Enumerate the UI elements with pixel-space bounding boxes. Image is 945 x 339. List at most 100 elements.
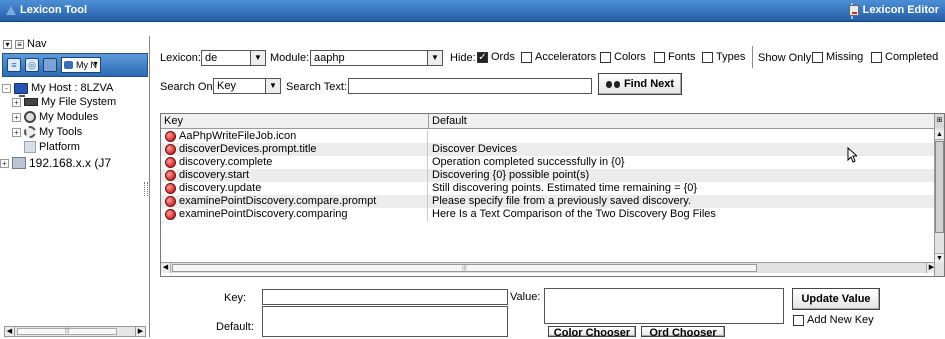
expand-icon[interactable]: + xyxy=(0,158,9,168)
scroll-right-icon[interactable]: ▶ xyxy=(135,327,145,336)
collapse-icon[interactable]: - xyxy=(2,83,11,93)
key-text: examinePointDiscovery.compare.prompt xyxy=(179,195,377,207)
default-label: Default: xyxy=(216,321,254,333)
lexicon-select-value: de xyxy=(205,52,218,64)
lexicon-select[interactable]: de ▼ xyxy=(201,50,266,66)
chevron-down-icon: ▼ xyxy=(427,51,442,65)
hide-types-checkbox[interactable]: Types xyxy=(702,51,745,63)
tree-item-label: My Host : 8LZVA xyxy=(31,82,114,94)
ord-chooser-button[interactable]: Ord Chooser xyxy=(641,326,725,339)
modules-icon xyxy=(24,111,36,123)
checkbox-icon xyxy=(871,51,882,63)
lexicon-editor-view[interactable]: Lexicon Editor xyxy=(848,4,939,16)
nav-collapse-toggle[interactable]: ▾ xyxy=(3,39,12,49)
update-value-label: Update Value xyxy=(801,293,871,305)
hide-types-label: Types xyxy=(716,51,746,63)
table-row[interactable]: AaPhpWriteFileJob.icon xyxy=(161,130,936,143)
key-text: discovery.update xyxy=(179,182,262,194)
column-header-key[interactable]: Key xyxy=(161,114,429,128)
key-cell: discovery.complete xyxy=(161,156,428,169)
nav-list-icon: ≡ xyxy=(15,39,24,49)
table-row[interactable]: examinePointDiscovery.comparing Here Is … xyxy=(161,208,936,221)
value-label: Value: xyxy=(510,291,541,303)
chevron-down-icon: ▼ xyxy=(265,79,280,93)
file-system-icon xyxy=(24,98,38,106)
tree-item-label: My Tools xyxy=(39,126,83,138)
missing-status-icon xyxy=(165,209,176,220)
nav-root-select[interactable]: My N xyxy=(61,57,101,73)
search-on-select[interactable]: Key ▼ xyxy=(213,78,281,94)
search-text-label: Search Text: xyxy=(286,81,347,93)
tree-item-label: My File System xyxy=(41,96,117,108)
key-input[interactable] xyxy=(262,289,508,305)
column-chooser-icon[interactable]: ⊞ xyxy=(935,114,944,128)
tree-item-station[interactable]: + 192.168.x.x (J7 xyxy=(0,156,111,170)
expand-icon[interactable]: + xyxy=(12,97,21,107)
key-text: discovery.start xyxy=(179,169,250,181)
table-row[interactable]: examinePointDiscovery.compare.prompt Ple… xyxy=(161,195,936,208)
expand-icon[interactable]: + xyxy=(12,112,21,122)
tree-item-platform[interactable]: Platform xyxy=(24,141,80,153)
show-missing-checkbox[interactable]: Missing xyxy=(812,51,863,63)
column-header-default[interactable]: Default xyxy=(429,114,936,128)
key-text: AaPhpWriteFileJob.icon xyxy=(179,130,297,142)
default-cell: Discover Devices xyxy=(432,143,517,155)
tree-item-my-modules[interactable]: + My Modules xyxy=(12,111,98,123)
missing-status-icon xyxy=(165,196,176,207)
tree-item-my-tools[interactable]: + My Tools xyxy=(12,126,82,138)
default-cell: Please specify file from a previously sa… xyxy=(432,195,692,207)
table-row[interactable]: discovery.complete Operation completed s… xyxy=(161,156,936,169)
table-row[interactable]: discovery.update Still discovering point… xyxy=(161,182,936,195)
chevron-down-icon: ▼ xyxy=(250,51,265,65)
scroll-down-icon[interactable]: ▼ xyxy=(935,253,944,263)
scroll-thumb[interactable] xyxy=(935,141,944,233)
nav-sync-icon[interactable]: ◎ xyxy=(25,58,39,72)
tree-item-label: 192.168.x.x (J7 xyxy=(29,156,112,170)
hide-fonts-checkbox[interactable]: Fonts xyxy=(654,51,696,63)
table-horizontal-scrollbar[interactable]: ◀ ||| ▶ xyxy=(161,262,936,273)
update-value-button[interactable]: Update Value xyxy=(792,288,880,310)
nav-horizontal-scrollbar[interactable]: ◀ ||| ▶ xyxy=(4,326,146,337)
find-next-label: Find Next xyxy=(623,78,675,90)
module-select[interactable]: aaphp ▼ xyxy=(310,50,443,66)
value-textarea[interactable] xyxy=(544,288,784,324)
scroll-thumb[interactable]: ||| xyxy=(172,264,757,272)
add-new-key-checkbox[interactable]: Add New Key xyxy=(793,314,874,326)
checkbox-icon xyxy=(702,51,713,63)
default-cell: Still discovering points. Estimated time… xyxy=(432,182,698,194)
find-next-button[interactable]: Find Next xyxy=(598,73,682,95)
tree-item-my-file-system[interactable]: + My File System xyxy=(12,96,116,108)
color-chooser-button[interactable]: Color Chooser xyxy=(548,326,636,339)
tree-item-label: My Modules xyxy=(39,111,99,123)
scroll-thumb[interactable]: ||| xyxy=(17,328,117,335)
scroll-left-icon[interactable]: ◀ xyxy=(161,263,171,273)
toolbar-divider xyxy=(752,46,753,68)
tree-item-my-host[interactable]: - My Host : 8LZVA xyxy=(2,82,114,97)
show-completed-checkbox[interactable]: Completed xyxy=(871,51,938,63)
key-cell: discoverDevices.prompt.title xyxy=(161,143,428,156)
expand-icon[interactable]: + xyxy=(12,127,21,137)
lexicon-table: Key Default AaPhpWriteFileJob.icon disco… xyxy=(160,113,945,277)
mouse-pointer-icon xyxy=(847,147,857,163)
platform-icon xyxy=(24,141,36,153)
hide-colors-checkbox[interactable]: Colors xyxy=(600,51,646,63)
scroll-left-icon[interactable]: ◀ xyxy=(5,327,15,336)
nav-splitter-handle[interactable] xyxy=(144,182,148,196)
hide-ords-checkbox[interactable]: ✓ Ords xyxy=(477,51,515,63)
key-cell: discovery.update xyxy=(161,182,428,195)
table-row[interactable]: discovery.start Discovering {0} possible… xyxy=(161,169,936,182)
show-completed-label: Completed xyxy=(885,51,939,63)
hide-accelerators-checkbox[interactable]: Accelerators xyxy=(521,51,596,63)
key-cell: discovery.start xyxy=(161,169,428,182)
table-vertical-scrollbar[interactable]: ⊞ ▲ ▼ xyxy=(934,114,944,276)
search-text-input[interactable] xyxy=(348,78,592,94)
table-row[interactable]: discoverDevices.prompt.title Discover De… xyxy=(161,143,936,156)
missing-status-icon xyxy=(165,157,176,168)
module-label: Module: xyxy=(270,52,310,64)
key-cell: AaPhpWriteFileJob.icon xyxy=(161,130,428,143)
nav-header[interactable]: ▾ ≡ Nav xyxy=(3,38,47,50)
scroll-up-icon[interactable]: ▲ xyxy=(935,130,944,140)
nav-header-label: Nav xyxy=(27,38,47,50)
nav-tree-icon[interactable]: ≡ xyxy=(7,58,21,72)
nav-close-icon[interactable]: × xyxy=(43,58,57,72)
